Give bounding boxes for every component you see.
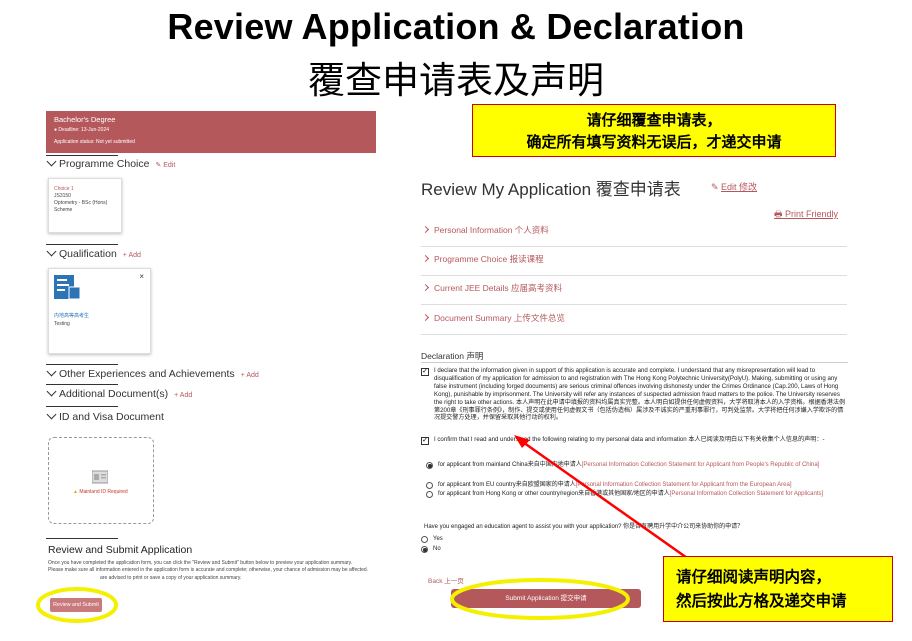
- highlight-ring: [36, 587, 118, 623]
- certificate-icon: [54, 275, 80, 299]
- declaration-instruction-callout: 请仔细阅读声明内容， 然后按此方格及递交申请: [663, 556, 893, 622]
- radio-agent-no-label: No: [433, 546, 441, 552]
- declaration-text: I declare that the information given in …: [434, 367, 846, 422]
- section-additional-documents: Additional Document(s) + Add: [46, 386, 192, 400]
- radio-mainland[interactable]: [426, 462, 433, 469]
- pointer-arrow: [514, 435, 691, 562]
- degree-title: Bachelor's Degree: [54, 115, 116, 124]
- chevron-right-icon: [421, 225, 430, 234]
- divider: [46, 406, 118, 407]
- chevron-down-icon[interactable]: [46, 386, 57, 397]
- degree-card: Bachelor's Degree ● Deadline: 13-Jun-202…: [46, 111, 376, 153]
- review-instruction-callout: 请仔细覆查申请表， 确定所有填写资料无误后，才递交申请: [472, 104, 836, 157]
- section-programme-choice: Programme Choice ✎ Edit: [46, 156, 175, 170]
- privacy-checkbox[interactable]: ✓: [421, 437, 429, 445]
- id-upload-box[interactable]: ▲ Mainland ID Required: [48, 437, 154, 524]
- chevron-down-icon[interactable]: [46, 246, 57, 257]
- qualification-value: Testing: [54, 321, 70, 327]
- add-document-link[interactable]: + Add: [174, 392, 192, 399]
- programme-choice-card: Choice 1 JS3150 Optometry - BSc (Hons) S…: [48, 178, 122, 233]
- divider: [421, 362, 848, 363]
- chevron-right-icon: [421, 283, 430, 292]
- choice-name: Optometry - BSc (Hons): [54, 200, 108, 206]
- page-title-zh: 覆查申请表及声明: [308, 59, 604, 102]
- divider: [46, 364, 118, 365]
- chevron-down-icon[interactable]: [46, 366, 57, 377]
- add-qualification-link[interactable]: + Add: [123, 252, 141, 259]
- close-icon[interactable]: ×: [139, 272, 144, 281]
- application-status: Application status: Not yet submitted: [54, 139, 135, 145]
- chevron-right-icon: [421, 254, 430, 263]
- chevron-down-icon[interactable]: [46, 156, 57, 167]
- radio-agent-yes-label: Yes: [433, 536, 443, 542]
- qualification-type: 内地高等高考生: [54, 313, 90, 319]
- declaration-heading: Declaration 声明: [421, 351, 484, 361]
- highlight-ring: [450, 578, 630, 620]
- accordion-programme-choice[interactable]: Programme Choice 报读课程: [421, 247, 847, 276]
- chevron-right-icon: [421, 313, 430, 322]
- section-other-experiences: Other Experiences and Achievements + Add: [46, 366, 259, 380]
- chevron-down-icon[interactable]: [46, 409, 57, 420]
- radio-eu[interactable]: [426, 482, 433, 489]
- edit-programme-link[interactable]: ✎ Edit: [155, 162, 175, 169]
- choice-code: JS3150: [54, 193, 71, 199]
- radio-agent-yes[interactable]: [421, 536, 428, 543]
- divider: [46, 384, 118, 385]
- choice-type: Scheme: [54, 207, 73, 213]
- deadline-text: ● Deadline: 13-Jun-2024: [54, 127, 110, 133]
- id-card-icon: [92, 470, 108, 484]
- review-submit-heading: Review and Submit Application: [48, 544, 193, 556]
- radio-hongkong[interactable]: [426, 491, 433, 498]
- accordion-jee-details[interactable]: Current JEE Details 应届高考资料: [421, 276, 847, 305]
- pencil-icon: ✎: [711, 182, 722, 192]
- accordion-personal-info[interactable]: Personal Information 个人资料: [421, 218, 847, 247]
- page-title-en: Review Application & Declaration: [167, 6, 745, 47]
- accordion-document-summary[interactable]: Document Summary 上传文件总览: [421, 306, 847, 335]
- review-title: Review My Application 覆查申请表: [421, 180, 681, 199]
- divider: [46, 244, 118, 245]
- edit-application-link[interactable]: ✎ Edit 修改: [711, 180, 757, 193]
- radio-agent-no[interactable]: [421, 546, 428, 553]
- id-required-warning: ▲ Mainland ID Required: [73, 489, 128, 495]
- divider: [46, 538, 118, 539]
- divider: [46, 155, 118, 156]
- review-submit-description: Once you have completed the application …: [48, 560, 369, 581]
- section-id-visa: ID and Visa Document: [46, 409, 164, 423]
- choice-index: Choice 1: [54, 186, 74, 192]
- add-experience-link[interactable]: + Add: [241, 372, 259, 379]
- qualification-card: × 内地高等高考生 Testing: [48, 268, 151, 354]
- section-qualification: Qualification + Add: [46, 246, 141, 260]
- declaration-checkbox[interactable]: ✓: [421, 368, 429, 376]
